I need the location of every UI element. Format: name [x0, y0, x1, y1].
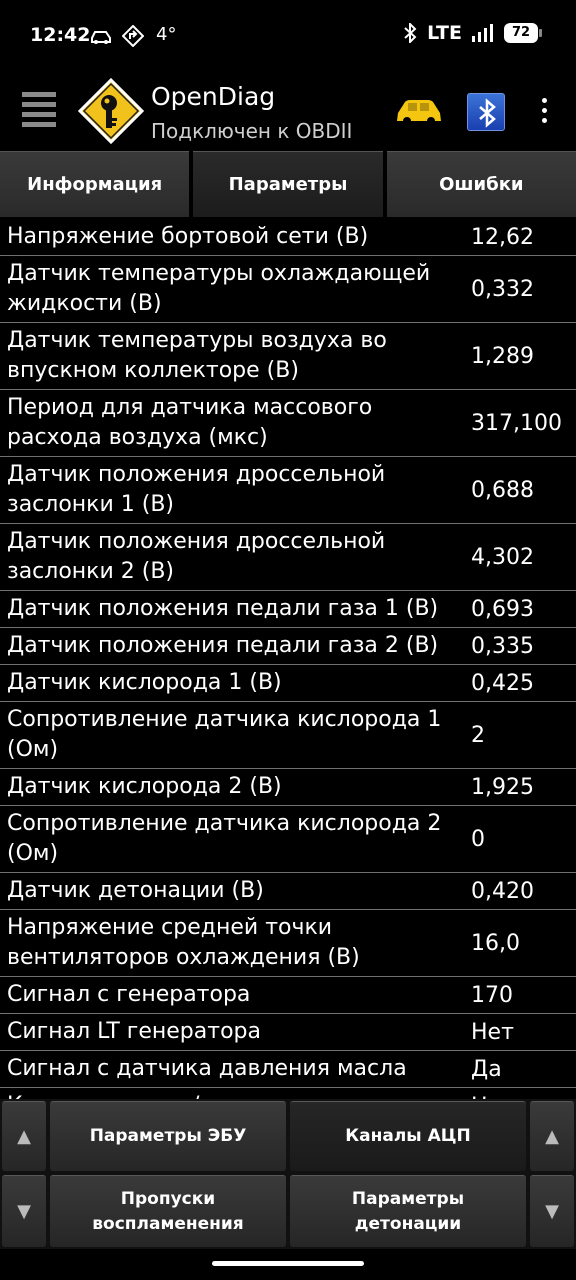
param-value: Нет: [471, 1019, 514, 1045]
param-name: Датчик положения педали газа 2 (В): [7, 633, 439, 658]
param-name: Датчик положения дроссельной заслонки 1 …: [7, 462, 386, 517]
param-name: Датчик положения дроссельной заслонки 2 …: [7, 529, 386, 584]
app-bar: OpenDiag Подключен к OBDII: [0, 72, 576, 152]
bottom-panel: ▲ Параметры ЭБУ Каналы АЦП ▲ ▼ Пропуски …: [0, 1099, 576, 1249]
tab-bar: Информация Параметры Ошибки: [0, 151, 576, 218]
param-value: 1,289: [471, 343, 534, 369]
param-row: Напряжение бортовой сети (В) 12,62: [0, 219, 576, 256]
param-name: Сопротивление датчика кислорода 2 (Ом): [7, 811, 442, 866]
tab-info[interactable]: Информация: [0, 151, 190, 217]
param-value: 0,693: [471, 596, 534, 622]
battery-icon: 72: [504, 23, 542, 43]
car-icon[interactable]: [395, 97, 443, 127]
navigation-icon: [122, 25, 144, 47]
param-value: 0,420: [471, 878, 534, 904]
scroll-down-right-button[interactable]: ▼: [530, 1175, 574, 1247]
param-name: Датчик кислорода 2 (В): [7, 774, 282, 799]
ecu-params-button[interactable]: Параметры ЭБУ: [50, 1101, 286, 1171]
scroll-down-left-button[interactable]: ▼: [2, 1175, 46, 1247]
param-value: 1,925: [471, 774, 534, 800]
down-arrow-icon: ▼: [545, 1201, 559, 1222]
gesture-nav-bar[interactable]: [212, 1261, 364, 1266]
menu-icon[interactable]: [22, 92, 60, 132]
bluetooth-icon: [479, 98, 496, 128]
misfires-button[interactable]: Пропуски воспламенения: [50, 1175, 286, 1247]
app-title: OpenDiag: [151, 82, 276, 111]
param-row: Датчик детонации (В) 0,420: [0, 873, 576, 910]
param-row: Сигнал с генератора 170: [0, 977, 576, 1014]
param-row: Датчик температуры охлаждающей жидкости …: [0, 256, 576, 323]
up-arrow-icon: ▲: [17, 1126, 31, 1147]
param-row: Датчик положения педали газа 2 (В) 0,335: [0, 628, 576, 665]
status-temperature: 4°: [156, 24, 177, 45]
scroll-up-left-button[interactable]: ▲: [2, 1101, 46, 1171]
param-row: Датчик температуры воздуха во впускном к…: [0, 323, 576, 390]
param-name: Сопротивление датчика кислорода 1 (Ом): [7, 707, 442, 762]
connection-status: Подключен к OBDII: [151, 119, 353, 143]
parameter-list[interactable]: Напряжение бортовой сети (В) 12,62 Датчик …: [0, 219, 576, 1099]
param-name: Период для датчика массового расхода воз…: [7, 395, 373, 450]
param-value: 12,62: [471, 224, 534, 250]
param-name: Напряжение средней точки вентиляторов ох…: [7, 915, 360, 970]
param-row: Датчик положения педали газа 1 (В) 0,693: [0, 591, 576, 628]
param-value: Да: [471, 1056, 502, 1082]
param-row: Сопротивление датчика кислорода 2 (Ом) 0: [0, 806, 576, 873]
param-value: 0,332: [471, 276, 534, 302]
param-value: 4,302: [471, 544, 534, 570]
param-value: 170: [471, 982, 513, 1008]
param-name: Сигнал с датчика давления масла: [7, 1056, 407, 1081]
param-name: Датчик температуры охлаждающей жидкости …: [7, 261, 431, 316]
param-name: Сигнал с генератора: [7, 982, 251, 1007]
param-row: Сопротивление датчика кислорода 1 (Ом) 2: [0, 702, 576, 769]
param-row: Датчик положения дроссельной заслонки 2 …: [0, 524, 576, 591]
param-value: 317,100: [471, 410, 562, 436]
down-arrow-icon: ▼: [17, 1201, 31, 1222]
param-name: Сигнал LT генератора: [7, 1019, 261, 1044]
scroll-up-right-button[interactable]: ▲: [530, 1101, 574, 1171]
param-value: 0,688: [471, 477, 534, 503]
param-row: Датчик кислорода 2 (В) 1,925: [0, 769, 576, 806]
knock-params-button[interactable]: Параметры детонации: [290, 1175, 526, 1247]
param-name: Датчик детонации (В): [7, 878, 264, 903]
bluetooth-status-icon: [404, 23, 417, 43]
param-value: 0,335: [471, 633, 534, 659]
param-name: Датчик кислорода 1 (В): [7, 670, 282, 695]
status-time: 12:42: [30, 24, 91, 46]
param-row: Круиз-контроль/ограничительНет: [0, 1088, 576, 1099]
param-row: Датчик кислорода 1 (В) 0,425: [0, 665, 576, 702]
param-value: 2: [471, 722, 485, 748]
more-options-icon[interactable]: [536, 98, 552, 128]
param-value: 16,0: [471, 930, 520, 956]
status-bar: 12:42 4° LTE 72: [0, 0, 576, 72]
param-value: 0: [471, 826, 485, 852]
tab-parameters[interactable]: Параметры: [193, 151, 383, 217]
app-logo: [78, 78, 144, 144]
param-name: Напряжение бортовой сети (В): [7, 224, 369, 249]
status-right-group: LTE 72: [403, 22, 542, 44]
param-name: Датчик положения педали газа 1 (В): [7, 596, 439, 621]
param-value: 0,425: [471, 670, 534, 696]
up-arrow-icon: ▲: [545, 1126, 559, 1147]
signal-icon: [472, 24, 493, 42]
param-row: Сигнал LT генератора Нет: [0, 1014, 576, 1051]
tab-errors[interactable]: Ошибки: [386, 151, 576, 217]
param-row: Датчик положения дроссельной заслонки 1 …: [0, 457, 576, 524]
param-name: Датчик температуры воздуха во впускном к…: [7, 328, 387, 383]
car-status-icon: [91, 31, 111, 44]
adc-channels-button[interactable]: Каналы АЦП: [290, 1101, 526, 1171]
param-row: Сигнал с датчика давления масла Да: [0, 1051, 576, 1088]
network-type: LTE: [427, 22, 462, 44]
param-row: Напряжение средней точки вентиляторов ох…: [0, 910, 576, 977]
bluetooth-button[interactable]: [467, 93, 505, 131]
param-row: Период для датчика массового расхода воз…: [0, 390, 576, 457]
param-name: Круиз-контроль/ограничитель: [0, 1091, 465, 1099]
